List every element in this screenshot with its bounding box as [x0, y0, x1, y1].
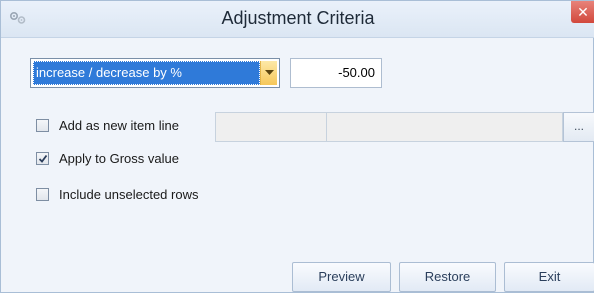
apply-to-gross-value-label: Apply to Gross value	[59, 151, 179, 166]
checkmark-icon	[38, 154, 48, 163]
close-icon: ✕	[577, 4, 589, 20]
add-as-new-item-line-checkbox[interactable]	[36, 119, 49, 132]
window-title: Adjustment Criteria	[221, 8, 375, 28]
browse-item-button[interactable]: ...	[563, 112, 594, 142]
dropdown-button[interactable]	[260, 61, 277, 85]
title-bar: Adjustment Criteria ✕	[1, 1, 594, 38]
include-unselected-rows-checkbox[interactable]	[36, 188, 49, 201]
adjustment-value-input[interactable]: -50.00	[290, 58, 382, 88]
chevron-down-icon	[265, 70, 274, 75]
include-unselected-rows-label: Include unselected rows	[59, 187, 199, 202]
add-as-new-item-line-label: Add as new item line	[59, 118, 179, 133]
preview-button[interactable]: Preview	[292, 262, 391, 292]
close-button[interactable]: ✕	[571, 1, 594, 23]
adjustment-criteria-dialog: Adjustment Criteria ✕ increase / decreas…	[0, 0, 594, 293]
adjustment-type-selected: increase / decrease by %	[33, 61, 260, 85]
apply-to-gross-value-checkbox[interactable]	[36, 152, 49, 165]
item-line-field-2	[326, 112, 563, 142]
adjustment-type-dropdown[interactable]: increase / decrease by %	[30, 58, 280, 88]
restore-button[interactable]: Restore	[399, 262, 496, 292]
exit-button[interactable]: Exit	[504, 262, 594, 292]
item-line-field-1	[215, 112, 327, 142]
